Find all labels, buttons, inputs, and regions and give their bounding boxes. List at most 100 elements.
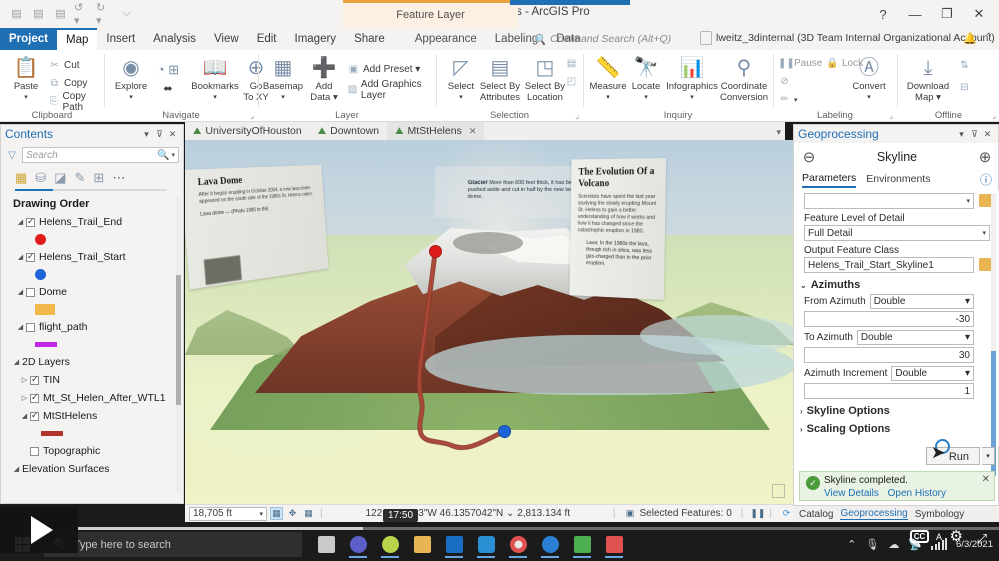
layer-checkbox[interactable] [30,394,39,403]
video-fullscreen-icon[interactable]: ⤢ [977,531,987,547]
layer-symbol-flight-path[interactable] [7,336,179,353]
expander-icon[interactable]: ◢ [11,465,22,473]
to-azimuth-value-input[interactable]: 30 [804,347,974,363]
list-by-drawing-order-icon[interactable]: ▦ [15,170,27,186]
from-azimuth-value-input[interactable]: -30 [804,311,974,327]
tab-symbology[interactable]: Symbology [915,509,964,520]
cut-button[interactable]: ✂ Cut [48,58,80,73]
coordinate-dropdown-icon[interactable]: ⌄ [506,508,514,519]
tab-view[interactable]: View [205,28,248,50]
file-explorer-icon[interactable] [408,530,436,559]
expander-icon[interactable]: ◢ [19,412,30,420]
layer-item-mt-st-helen-after-wtl1[interactable]: ▷ Mt_St_Helen_After_WTL1 [7,389,179,407]
contents-menu-icon[interactable]: ▾ [140,129,153,140]
dismiss-message-icon[interactable]: ✕ [982,474,990,485]
snapping-icon[interactable]: ✥ [286,507,299,520]
sync-button[interactable]: ⇅ [958,58,971,73]
command-search[interactable]: 🔍 Command Search (Alt+Q) [533,31,683,47]
geoprocessing-pin-icon[interactable]: ⊽ [968,129,981,140]
select-by-attributes-button[interactable]: ▤ Select By Attributes [477,54,523,103]
more-options-icon[interactable]: ⋯ [112,170,125,186]
add-graphics-layer-button[interactable]: ▨ Add Graphics Layer [347,82,435,97]
convert-labels-button[interactable]: Ⓐ Convert ▾ [846,54,892,103]
contents-pin-icon[interactable]: ⊽ [153,129,166,140]
layer-checkbox[interactable] [26,253,35,262]
expander-icon[interactable]: ◢ [11,358,22,366]
search-dropdown-icon[interactable]: ▾ [171,151,175,159]
basemap-dropdown-icon[interactable]: ▾ [261,93,305,104]
tab-edit[interactable]: Edit [248,28,286,50]
chevron-down-icon[interactable]: ▾ [965,368,970,379]
layer-checkbox[interactable] [26,323,35,332]
section-expander-icon[interactable]: ⌄ [800,281,807,290]
refresh-icon[interactable]: ⟳ [780,507,793,520]
geoprocessing-tabs[interactable]: Parameters Environments [802,171,992,189]
copy-path-button[interactable]: ⎘ Copy Path [48,94,104,109]
attribute-table-button[interactable]: ▤ [565,56,578,71]
expander-icon[interactable]: ▷ [19,394,30,402]
azimuths-section-header[interactable]: ⌄ Azimuths [800,279,999,291]
azimuth-increment-row[interactable]: Azimuth Increment Double ▾ [804,366,974,381]
to-azimuth-type-combo[interactable]: Double ▾ [857,330,974,345]
output-feature-class-input[interactable]: Helens_Trail_Start_Skyline1 [804,257,974,273]
collapse-ribbon-icon[interactable]: ⌃ [985,32,993,43]
add-data-button[interactable]: ➕ Add Data ▾ [305,54,343,103]
tab-geoprocessing[interactable]: Geoprocessing [840,508,907,520]
view-tab-strip[interactable]: ⛰ UniversityOfHouston ⛰ Downtown ⛰ MtStH… [185,122,785,140]
edge-icon[interactable] [536,530,564,559]
tab-analysis[interactable]: Analysis [144,28,205,50]
minimize-button[interactable]: — [899,2,931,26]
layer-item-flight-path[interactable]: ◢ flight_path [7,318,179,336]
from-azimuth-row[interactable]: From Azimuth Double ▾ [804,294,974,309]
layer-item-helens-trail-end[interactable]: ◢ Helens_Trail_End [7,213,179,231]
azimuth-increment-value-input[interactable]: 1 [804,383,974,399]
list-by-editing-icon[interactable]: ✎ [75,170,86,186]
layer-checkbox[interactable] [26,218,35,227]
map-view-3d-scene[interactable]: Lava Dome After it began erupting in Oct… [185,140,793,504]
section-expander-icon[interactable]: › [800,425,803,434]
expander-icon[interactable]: ◢ [15,323,26,331]
chrome-icon[interactable] [504,530,532,559]
basemap-button[interactable]: ▦ Basemap ▾ [261,54,305,103]
offline-dialog-launcher[interactable]: ⌟ [992,111,996,120]
close-button[interactable]: ✕ [963,2,995,26]
task-view-icon[interactable] [312,530,340,559]
tab-share[interactable]: Share [345,28,394,50]
tab-project[interactable]: Project [0,28,57,50]
window-controls[interactable]: ? — ❐ ✕ [867,2,995,26]
pause-labeling-button[interactable]: ❚❚ Pause [778,56,822,71]
onedrive-icon[interactable] [472,530,500,559]
layer-symbol-dome[interactable] [7,301,179,318]
tab-environments[interactable]: Environments [866,173,930,187]
navigate-dialog-launcher[interactable]: ⌟ [250,111,254,120]
expander-icon[interactable]: ◢ [15,288,26,296]
download-map-button[interactable]: ⤓ Download Map ▾ [902,54,954,103]
layer-checkbox[interactable] [30,412,39,421]
selection-mode-icon[interactable]: ▦ [270,507,283,520]
feature-level-of-detail-combo[interactable]: Full Detail ▾ [804,225,990,241]
expander-icon[interactable]: ▷ [19,376,30,384]
pan-arrows-icon[interactable]: ⬌ [149,84,187,95]
contents-view-toolbar[interactable]: ▦ ⛁ ◪ ✎ ⊞ ⋯ [15,167,175,189]
label-style-button[interactable]: ✏ ▾ [778,92,798,107]
layer-item-dome[interactable]: ◢ Dome [7,283,179,301]
tab-parameters[interactable]: Parameters [802,172,856,188]
video-cc-button[interactable]: CC [910,530,929,543]
tab-appearance[interactable]: Appearance [406,28,486,50]
input-features-row[interactable]: ▾ [794,193,999,209]
input-features-combo[interactable]: ▾ [804,193,974,209]
fixed-zoom-icon[interactable]: ◔ ⊞ [149,56,187,84]
arcgis-pro-icon[interactable] [376,530,404,559]
add-preset-button[interactable]: ▣ Add Preset ▾ [347,62,420,77]
video-play-button[interactable] [0,507,78,553]
contents-layer-list[interactable]: Drawing Order ◢ Helens_Trail_End ◢ Helen… [7,195,179,495]
bottom-panel-tabs[interactable]: Catalog Geoprocessing Symbology [793,506,999,522]
output-feature-class-row[interactable]: Helens_Trail_Start_Skyline1 [794,257,999,273]
restore-button[interactable]: ❐ [931,2,963,26]
group-layer-2d-layers[interactable]: ◢ 2D Layers [7,353,179,371]
close-view-tab-icon[interactable]: ✕ [469,126,477,137]
coordinate-conversion-button[interactable]: ⚲ Coordinate Conversion [718,54,770,103]
contents-close-icon[interactable]: ✕ [166,129,179,140]
chevron-down-icon[interactable]: ▾ [965,332,970,343]
geoprocessing-close-icon[interactable]: ✕ [981,129,994,140]
